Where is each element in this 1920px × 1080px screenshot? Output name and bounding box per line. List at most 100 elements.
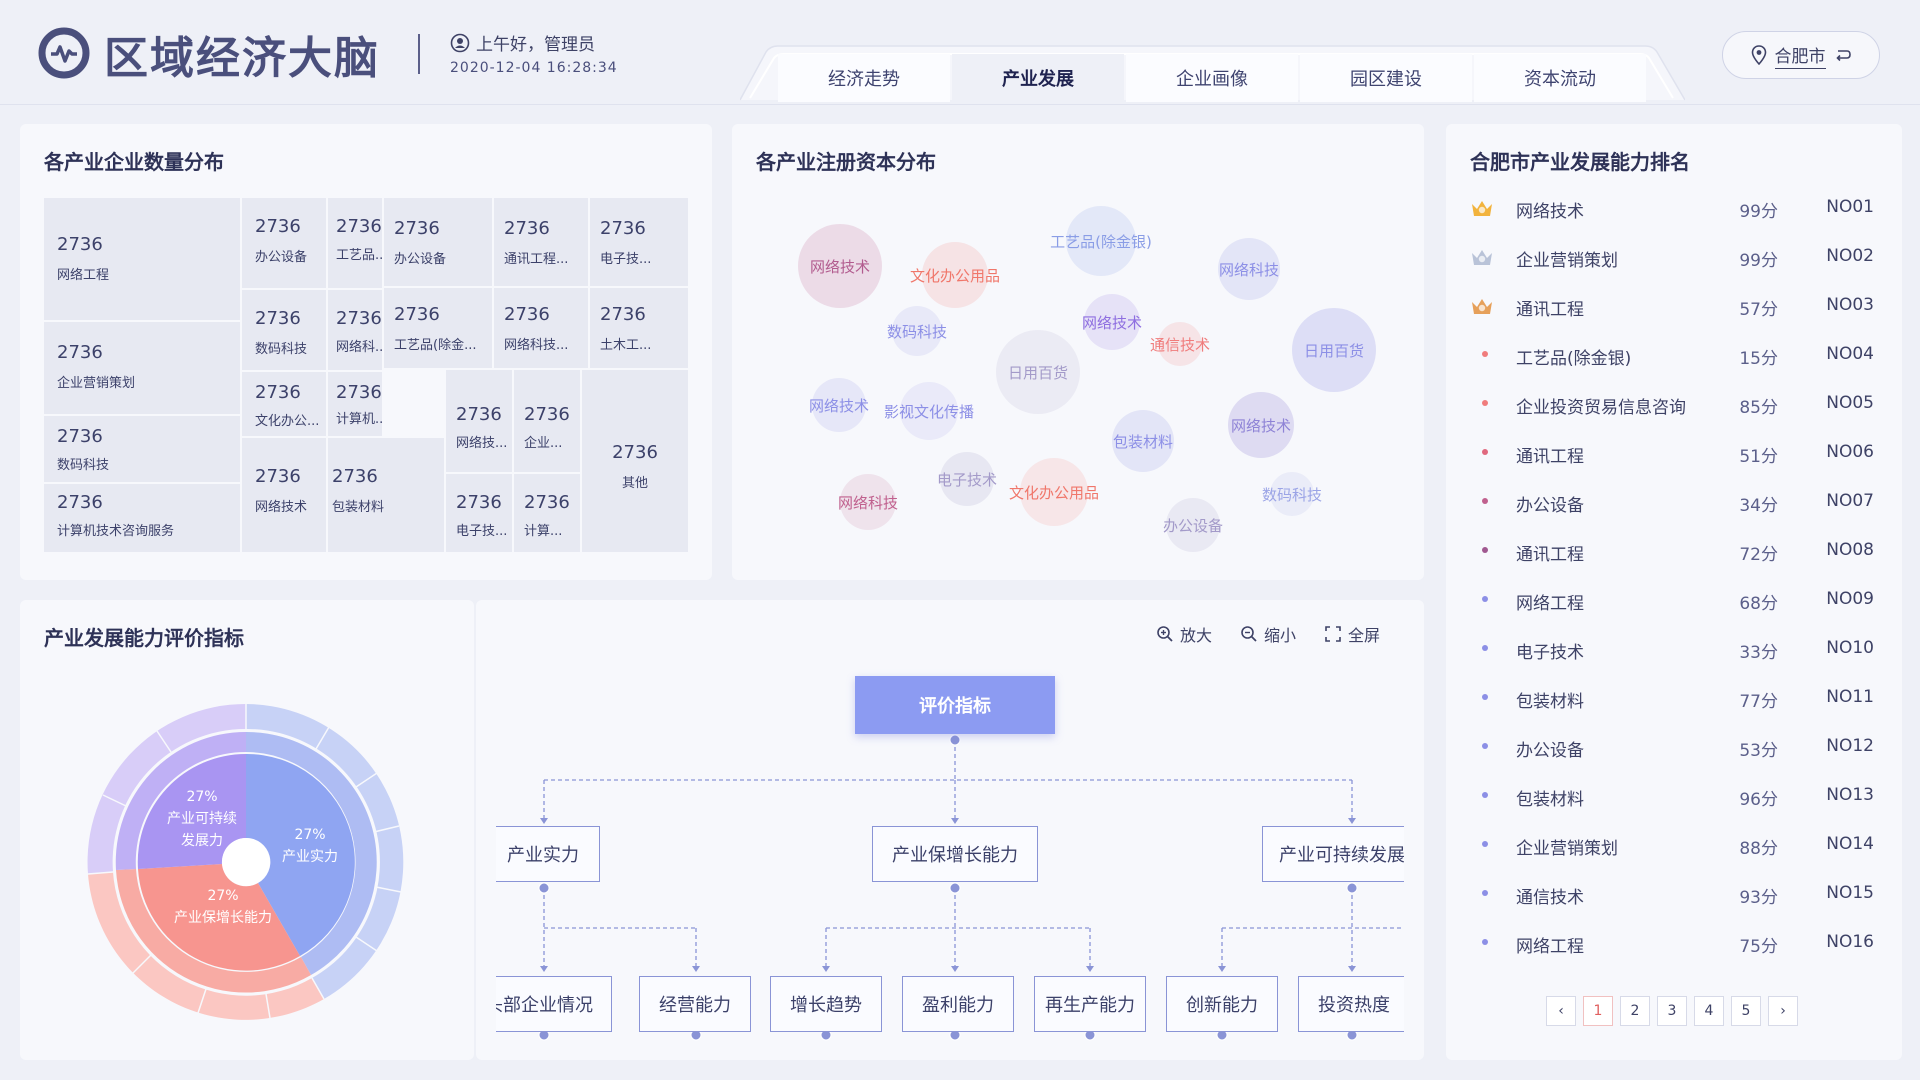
treemap-cell[interactable]: 2736 企业营销策划 bbox=[44, 322, 240, 414]
rank-score: 68分 bbox=[1739, 594, 1778, 614]
rank-name: 通讯工程 bbox=[1516, 300, 1584, 320]
tree-node-reproduction[interactable]: 再生产能力 bbox=[1034, 976, 1146, 1032]
tab-enterprise-profile[interactable]: 企业画像 bbox=[1126, 54, 1298, 102]
bubble[interactable]: 包装材料 bbox=[1112, 410, 1174, 472]
rank-number: NO01 bbox=[1826, 197, 1874, 217]
treemap-cell[interactable]: 2736网络科... bbox=[328, 290, 382, 370]
treemap-cell[interactable]: 2736 文化办公... bbox=[242, 372, 326, 436]
treemap-cell[interactable]: 2736 网络工程 bbox=[44, 198, 240, 320]
tree-root-node[interactable]: 评价指标 bbox=[855, 676, 1055, 734]
tab-capital-flow[interactable]: 资本流动 bbox=[1474, 54, 1646, 102]
rank-number: NO16 bbox=[1826, 932, 1874, 952]
treemap-cell[interactable]: 2736 土木工... bbox=[590, 288, 688, 368]
ranking-row[interactable]: 工艺品(除金银) 15分 NO04 bbox=[1462, 334, 1898, 374]
bubble[interactable]: 影视文化传播 bbox=[884, 382, 974, 440]
treemap-cell[interactable]: 2736 其他 bbox=[582, 370, 688, 552]
treemap-cell[interactable]: 2736 包装材料 bbox=[328, 438, 444, 552]
tree-node-operation[interactable]: 经营能力 bbox=[639, 976, 751, 1032]
ranking-row[interactable]: 通讯工程 51分 NO06 bbox=[1462, 432, 1898, 472]
treemap-cell[interactable]: 2736计算机... bbox=[328, 372, 382, 436]
bubble[interactable]: 网络技术 bbox=[809, 378, 869, 432]
ranking-row[interactable]: 通讯工程 57分 NO03 bbox=[1462, 285, 1898, 325]
ranking-row[interactable]: 电子技术 33分 NO10 bbox=[1462, 628, 1898, 668]
rank-name: 网络技术 bbox=[1516, 202, 1584, 222]
treemap-cell[interactable]: 2736 工艺品(除金... bbox=[384, 288, 492, 368]
bubble[interactable]: 工艺品(除金银) bbox=[1050, 206, 1152, 276]
treemap-cell[interactable]: 2736 网络技... bbox=[446, 370, 512, 472]
prev-page-button[interactable]: ‹ bbox=[1546, 996, 1576, 1026]
treemap-cell[interactable]: 2736 电子技... bbox=[446, 474, 512, 552]
rank-score: 72分 bbox=[1739, 545, 1778, 565]
rank-number: NO09 bbox=[1826, 589, 1874, 609]
treemap-cell[interactable]: 2736 网络技术 bbox=[242, 438, 326, 552]
bubble[interactable]: 日用百货 bbox=[996, 330, 1080, 414]
rank-name: 包装材料 bbox=[1516, 692, 1584, 712]
tree-node-leading-enterprises[interactable]: 头部企业情况 bbox=[496, 976, 612, 1032]
page-1-button[interactable]: 1 bbox=[1583, 996, 1613, 1026]
city-selector[interactable]: 合肥市 bbox=[1722, 31, 1880, 79]
treemap-cell[interactable]: 2736 数码科技 bbox=[242, 290, 326, 370]
app-title: 区域经济大脑 bbox=[104, 33, 380, 84]
page-3-button[interactable]: 3 bbox=[1657, 996, 1687, 1026]
bubble[interactable]: 数码科技 bbox=[1262, 472, 1322, 516]
ranking-row[interactable]: 企业营销策划 99分 NO02 bbox=[1462, 236, 1898, 276]
next-page-button[interactable]: › bbox=[1768, 996, 1798, 1026]
bubble[interactable]: 网络技术 bbox=[1228, 392, 1294, 458]
treemap-cell[interactable]: 2736 办公设备 bbox=[242, 198, 326, 288]
treemap-cell[interactable]: 2736工艺品... bbox=[328, 198, 382, 288]
page-4-button[interactable]: 4 bbox=[1694, 996, 1724, 1026]
bubble[interactable]: 文化办公用品 bbox=[1009, 458, 1099, 526]
page-2-button[interactable]: 2 bbox=[1620, 996, 1650, 1026]
bubble[interactable]: 网络科技 bbox=[838, 474, 898, 530]
rank-name: 办公设备 bbox=[1516, 741, 1584, 761]
treemap-cell[interactable]: 2736 数码科技 bbox=[44, 416, 240, 482]
bubble[interactable]: 数码科技 bbox=[887, 306, 947, 356]
bubble[interactable]: 文化办公用品 bbox=[910, 242, 1000, 308]
tree-node-sustainability[interactable]: 产业可持续发展 bbox=[1262, 826, 1404, 882]
ranking-row[interactable]: 企业投资贸易信息咨询 85分 NO05 bbox=[1462, 383, 1898, 423]
tree-node-investment[interactable]: 投资热度 bbox=[1298, 976, 1404, 1032]
ranking-row[interactable]: 包装材料 96分 NO13 bbox=[1462, 775, 1898, 815]
tree-node-growth-trend[interactable]: 增长趋势 bbox=[770, 976, 882, 1032]
ranking-row[interactable]: 办公设备 34分 NO07 bbox=[1462, 481, 1898, 521]
bubble[interactable]: 日用百货 bbox=[1292, 308, 1376, 392]
ranking-row[interactable]: 企业营销策划 88分 NO14 bbox=[1462, 824, 1898, 864]
bubble[interactable]: 办公设备 bbox=[1163, 498, 1223, 552]
brain-logo-icon bbox=[38, 27, 90, 79]
rank-score: 88分 bbox=[1739, 839, 1778, 859]
datetime: 2020-12-04 16:28:34 bbox=[450, 60, 618, 76]
bubble[interactable]: 网络技术 bbox=[798, 224, 882, 308]
ranking-row[interactable]: 通讯工程 72分 NO08 bbox=[1462, 530, 1898, 570]
rank-number: NO04 bbox=[1826, 344, 1874, 364]
treemap-cell[interactable]: 2736 办公设备 bbox=[384, 198, 492, 286]
ranking-row[interactable]: 网络工程 75分 NO16 bbox=[1462, 922, 1898, 962]
tree-node-growth[interactable]: 产业保增长能力 bbox=[872, 826, 1038, 882]
tree-node-strength[interactable]: 产业实力 bbox=[496, 826, 600, 882]
ranking-row[interactable]: 网络工程 68分 NO09 bbox=[1462, 579, 1898, 619]
rank-number: NO10 bbox=[1826, 638, 1874, 658]
page-5-button[interactable]: 5 bbox=[1731, 996, 1761, 1026]
tab-industry-development[interactable]: 产业发展 bbox=[952, 54, 1124, 102]
rank-score: 51分 bbox=[1739, 447, 1778, 467]
rank-name: 通讯工程 bbox=[1516, 447, 1584, 467]
treemap-cell[interactable]: 2736 电子技... bbox=[590, 198, 688, 286]
bubble[interactable]: 通信技术 bbox=[1150, 322, 1210, 366]
bubble[interactable]: 电子技术 bbox=[937, 452, 997, 506]
treemap-cell[interactable]: 2736 网络科技... bbox=[494, 288, 588, 368]
bubble[interactable]: 网络技术 bbox=[1082, 294, 1142, 350]
rank-score: 33分 bbox=[1739, 643, 1778, 663]
treemap-cell[interactable]: 2736 计算... bbox=[514, 474, 580, 552]
treemap-cell[interactable]: 2736 企业... bbox=[514, 370, 580, 472]
ranking-row[interactable]: 网络技术 99分 NO01 bbox=[1462, 187, 1898, 227]
tab-park-construction[interactable]: 园区建设 bbox=[1300, 54, 1472, 102]
tree-node-profitability[interactable]: 盈利能力 bbox=[902, 976, 1014, 1032]
treemap-cell[interactable]: 2736 通讯工程... bbox=[494, 198, 588, 286]
rank-score: 96分 bbox=[1739, 790, 1778, 810]
ranking-row[interactable]: 通信技术 93分 NO15 bbox=[1462, 873, 1898, 913]
tree-node-innovation[interactable]: 创新能力 bbox=[1166, 976, 1278, 1032]
ranking-row[interactable]: 包装材料 77分 NO11 bbox=[1462, 677, 1898, 717]
tab-economy-trend[interactable]: 经济走势 bbox=[778, 54, 950, 102]
treemap-cell[interactable]: 2736 计算机技术咨询服务 bbox=[44, 484, 240, 552]
bubble[interactable]: 网络科技 bbox=[1218, 238, 1280, 300]
ranking-row[interactable]: 办公设备 53分 NO12 bbox=[1462, 726, 1898, 766]
